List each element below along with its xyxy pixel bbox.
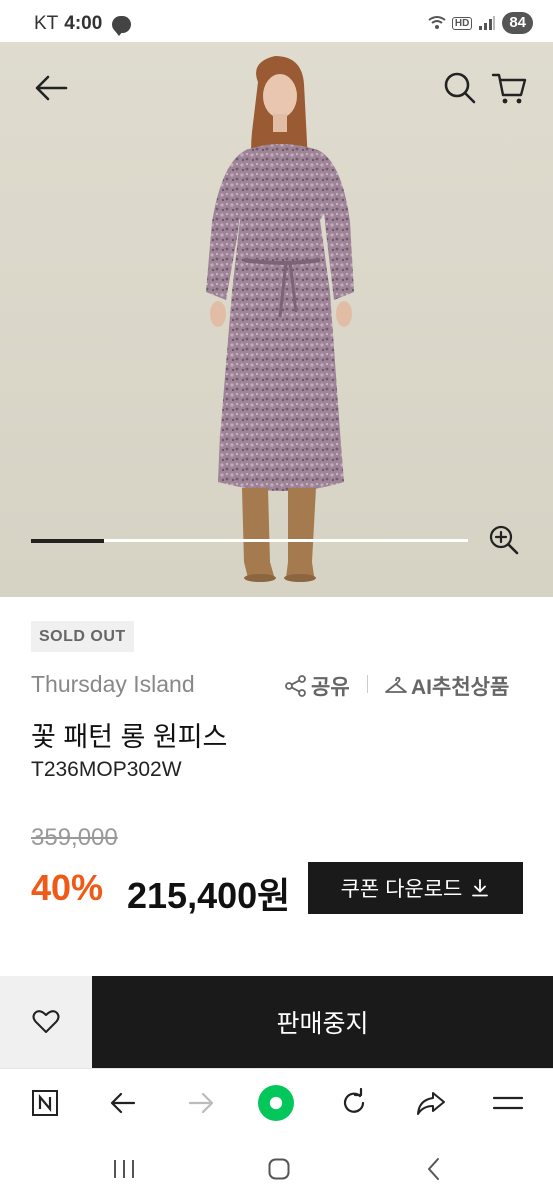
product-name: 꽃 패턴 롱 원피스 xyxy=(31,722,228,752)
heart-icon xyxy=(32,1010,60,1033)
product-code: T236MOP302W xyxy=(31,758,182,781)
message-notification-icon xyxy=(112,15,132,36)
zoom-in-icon[interactable] xyxy=(488,524,520,556)
status-bar: KT 4:00 HD 84 xyxy=(0,0,553,42)
cart-icon[interactable] xyxy=(490,68,530,108)
hd-badge: HD xyxy=(451,16,473,30)
share-icon xyxy=(285,675,306,697)
carrier-label: KT xyxy=(34,13,59,34)
search-icon[interactable] xyxy=(440,68,480,108)
signal-icon xyxy=(479,16,496,30)
system-nav-bar xyxy=(0,1138,553,1200)
back-icon[interactable] xyxy=(419,1154,449,1184)
browser-back-icon[interactable] xyxy=(105,1085,141,1121)
status-left: KT 4:00 xyxy=(34,13,132,36)
carousel-progress-fill xyxy=(31,538,104,543)
download-icon xyxy=(472,879,489,897)
original-price: 359,000 xyxy=(31,824,118,851)
refresh-icon[interactable] xyxy=(336,1085,372,1121)
home-green-icon[interactable] xyxy=(258,1085,294,1121)
sale-stopped-button[interactable]: 판매중지 xyxy=(92,976,553,1068)
share-button[interactable]: 공유 xyxy=(284,671,350,701)
coupon-download-button[interactable]: 쿠폰 다운로드 xyxy=(308,862,523,914)
browser-toolbar xyxy=(0,1068,553,1138)
browser-forward-icon[interactable] xyxy=(183,1085,219,1121)
menu-icon[interactable] xyxy=(490,1085,526,1121)
brand-link[interactable]: Thursday Island xyxy=(31,671,195,698)
ai-recommend-label: AI추천상품 xyxy=(411,676,510,699)
coupon-download-label: 쿠폰 다운로드 xyxy=(340,878,463,901)
share-label: 공유 xyxy=(311,676,350,699)
purchase-action-bar: 판매중지 xyxy=(0,976,553,1068)
product-image-carousel[interactable] xyxy=(0,42,553,597)
share-arrow-icon[interactable] xyxy=(413,1085,449,1121)
discount-rate: 40% xyxy=(31,867,104,908)
recent-apps-icon[interactable] xyxy=(109,1154,139,1184)
clock: 4:00 xyxy=(64,13,103,34)
product-photo xyxy=(0,42,553,597)
wishlist-button[interactable] xyxy=(0,976,92,1068)
status-right: HD 84 xyxy=(428,12,533,34)
home-icon[interactable] xyxy=(264,1154,294,1184)
sale-price: 215,400원 xyxy=(127,875,291,916)
battery-indicator: 84 xyxy=(502,12,533,34)
hanger-icon xyxy=(385,676,407,693)
divider xyxy=(367,675,368,693)
sold-out-badge: SOLD OUT xyxy=(31,621,134,652)
wifi-icon xyxy=(428,16,446,29)
ai-recommend-button[interactable]: AI추천상품 xyxy=(384,671,509,701)
naver-n-icon[interactable] xyxy=(27,1085,63,1121)
carousel-progress-track xyxy=(31,538,468,543)
back-arrow-icon[interactable] xyxy=(32,68,72,108)
